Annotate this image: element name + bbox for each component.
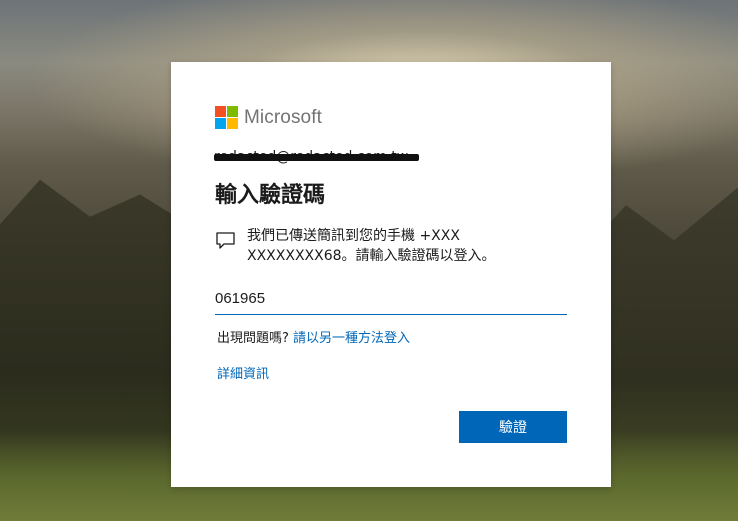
microsoft-logo-icon	[215, 106, 238, 129]
email-redaction-bar	[214, 154, 419, 161]
page-title: 輸入驗證碼	[215, 183, 326, 208]
sms-message-text: 我們已傳送簡訊到您的手機 +XXX XXXXXXXX68。請輸入驗證碼以登入。	[247, 228, 496, 264]
chat-bubble-icon	[216, 232, 235, 249]
more-info-link[interactable]: 詳細資訊	[217, 367, 269, 382]
trouble-row: 出現問題嗎? 請以另一種方法登入	[217, 330, 410, 348]
verification-code-input[interactable]	[215, 284, 567, 312]
sms-message: 我們已傳送簡訊到您的手機 +XXX XXXXXXXX68。請輸入驗證碼以登入。	[215, 226, 505, 266]
brand-name: Microsoft	[244, 106, 322, 128]
verify-button[interactable]: 驗證	[459, 411, 567, 443]
alt-signin-link[interactable]: 請以另一種方法登入	[293, 331, 410, 346]
trouble-label: 出現問題嗎?	[217, 331, 289, 346]
signin-card: Microsoft redacted@redacted.com.tw 輸入驗證碼…	[171, 62, 611, 487]
microsoft-logo: Microsoft	[215, 106, 322, 129]
details-row: 詳細資訊	[217, 366, 269, 384]
code-field	[215, 284, 567, 315]
